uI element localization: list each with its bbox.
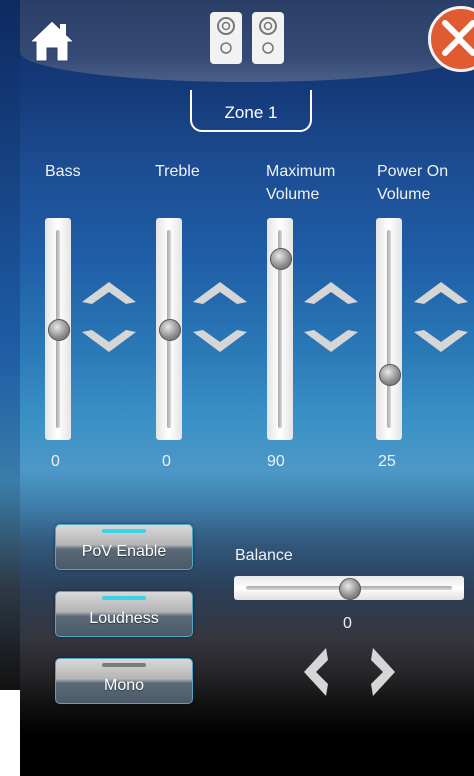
bass-label: Bass xyxy=(45,163,81,180)
balance-value: 0 xyxy=(343,615,352,632)
slider-knob[interactable] xyxy=(159,319,181,341)
left-gutter xyxy=(0,0,20,690)
treble-value: 0 xyxy=(162,453,171,470)
power-on-volume-slider[interactable] xyxy=(376,218,402,440)
treble-slider[interactable] xyxy=(156,218,182,440)
bass-value: 0 xyxy=(51,453,60,470)
pov-enable-indicator xyxy=(102,529,146,533)
loudness-indicator xyxy=(102,596,146,600)
slider-knob[interactable] xyxy=(270,247,292,270)
treble-down-arrow-icon[interactable] xyxy=(191,328,249,356)
balance-knob[interactable] xyxy=(339,578,361,600)
home-icon[interactable] xyxy=(27,18,77,64)
maximum-volume-value: 90 xyxy=(267,453,285,470)
balance-label: Balance xyxy=(235,547,293,564)
power-on-volume-up-arrow-icon[interactable] xyxy=(412,278,470,306)
mono-indicator xyxy=(102,663,146,667)
bass-down-arrow-icon[interactable] xyxy=(80,328,138,356)
speakers-icon[interactable] xyxy=(210,12,286,76)
power-on-volume-down-arrow-icon[interactable] xyxy=(412,328,470,356)
maximum-volume-up-arrow-icon[interactable] xyxy=(302,278,360,306)
slider-knob[interactable] xyxy=(48,319,70,341)
maximum-volume-down-arrow-icon[interactable] xyxy=(302,328,360,356)
treble-up-arrow-icon[interactable] xyxy=(191,278,249,306)
power-on-volume-label: Power On Volume xyxy=(377,163,449,203)
bass-up-arrow-icon[interactable] xyxy=(80,278,138,306)
loudness-button[interactable]: Loudness xyxy=(55,591,193,637)
slider-track xyxy=(387,230,391,428)
slider-knob[interactable] xyxy=(379,363,401,386)
balance-right-arrow-icon[interactable] xyxy=(369,646,399,698)
power-on-volume-value: 25 xyxy=(378,453,396,470)
maximum-volume-label: Maximum Volume xyxy=(266,163,336,203)
pov-enable-button[interactable]: PoV Enable xyxy=(55,524,193,570)
zone-selector-tab[interactable]: Zone 1 xyxy=(190,90,312,132)
balance-left-arrow-icon[interactable] xyxy=(300,646,330,698)
mono-button[interactable]: Mono xyxy=(55,658,193,704)
bottom-margin xyxy=(0,690,20,776)
close-icon xyxy=(442,20,474,56)
bass-slider[interactable] xyxy=(45,218,71,440)
balance-slider[interactable] xyxy=(234,576,464,600)
maximum-volume-slider[interactable] xyxy=(267,218,293,440)
treble-label: Treble xyxy=(155,163,200,180)
